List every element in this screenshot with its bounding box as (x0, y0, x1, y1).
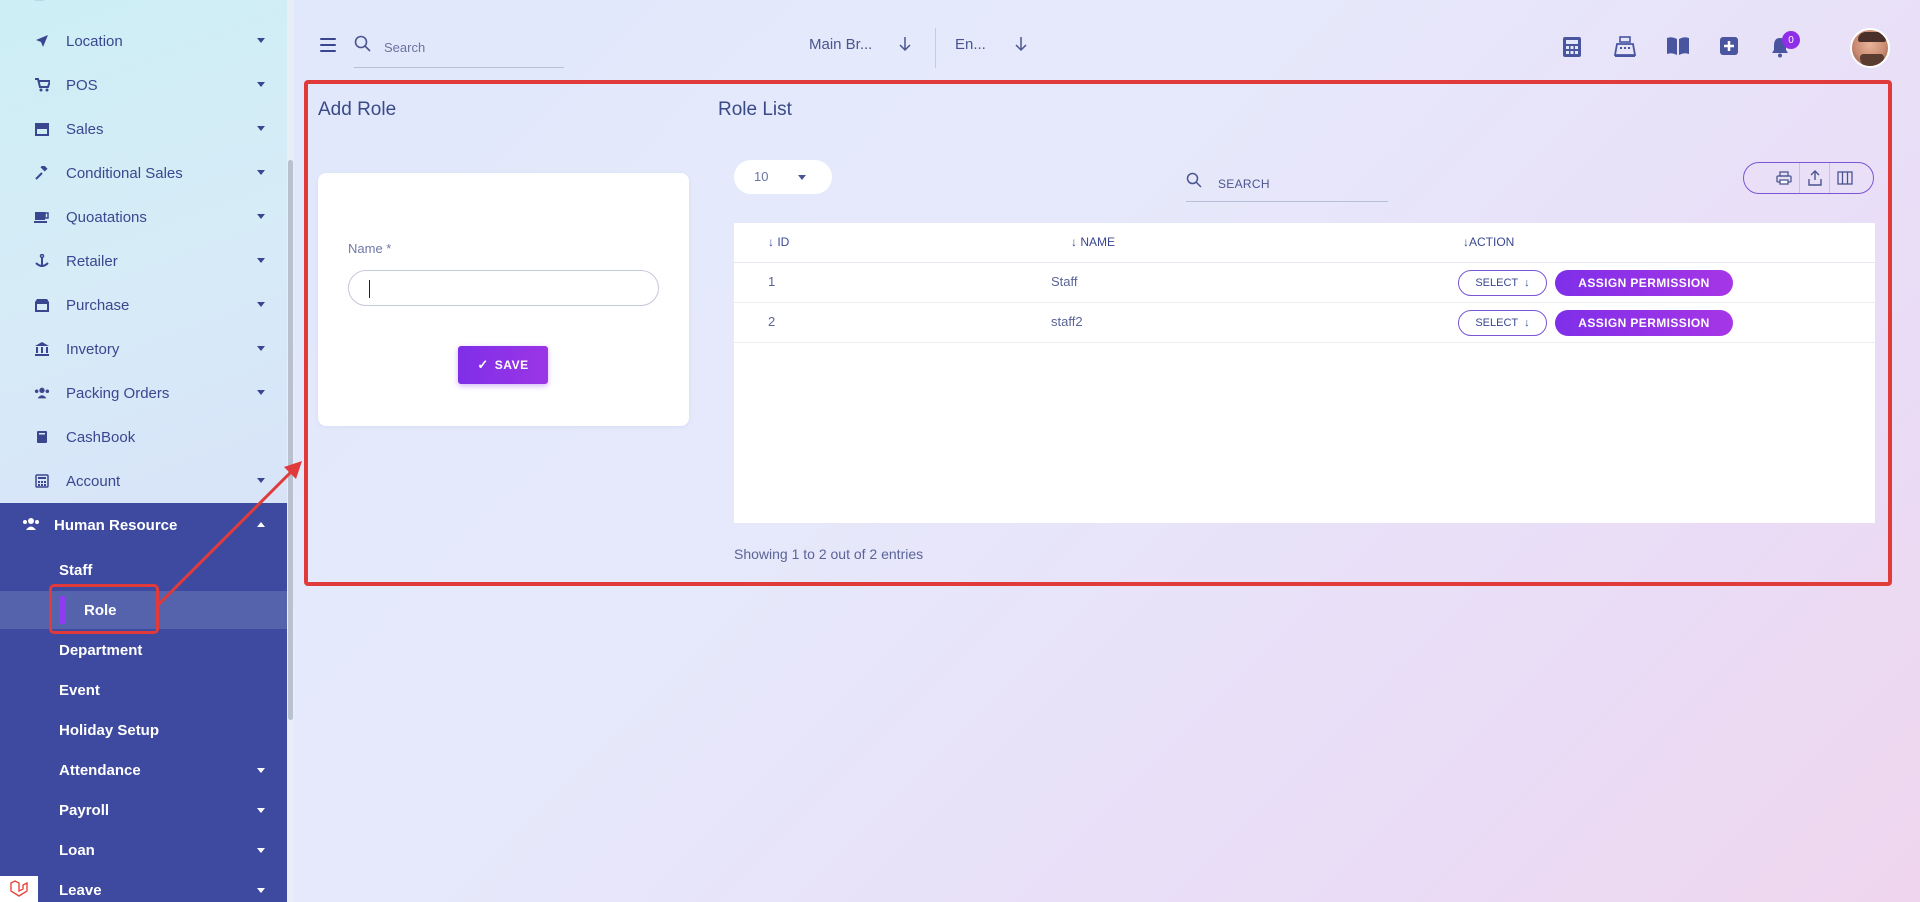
sidebar-item-cashbook[interactable]: CashBook (0, 415, 287, 459)
sidebar-item-sales[interactable]: Sales (0, 107, 287, 151)
sidebar-subitem-leave[interactable]: Leave (0, 871, 287, 902)
book-icon (34, 429, 50, 445)
highlight-role-box (49, 584, 159, 634)
annotation-arrow (154, 461, 302, 609)
sidebar: ▭ Location POS Sales Conditional Sales Q… (0, 0, 294, 902)
notification-badge: 0 (1782, 31, 1800, 49)
book-open-icon[interactable] (1666, 36, 1689, 58)
location-arrow-icon (34, 33, 50, 49)
caret-down-icon (257, 258, 265, 263)
sidebar-item-location[interactable]: Location (0, 19, 287, 63)
caret-down-icon (257, 214, 265, 219)
sidebar-item-label: Conditional Sales (66, 164, 183, 182)
cash-register-icon[interactable] (1613, 36, 1637, 58)
sidebar-subitem-label: Holiday Setup (59, 721, 160, 739)
search-icon (354, 35, 372, 58)
sidebar-subitem-label: Payroll (59, 801, 110, 819)
partial-menu-icon: ▭ (34, 0, 50, 4)
sidebar-subitem-label: Leave (59, 881, 102, 899)
sidebar-item-label: Location (66, 32, 123, 50)
sidebar-subitem-label: Department (59, 641, 143, 659)
sidebar-subitem-attendance[interactable]: Attendance (0, 751, 287, 789)
sidebar-item-retailer[interactable]: Retailer (0, 239, 287, 283)
sidebar-item-quoatations[interactable]: Quoatations (0, 195, 287, 239)
calculator-icon[interactable] (1562, 36, 1584, 58)
global-search (354, 30, 564, 68)
branch-value: Main Br... (809, 36, 873, 53)
sidebar-item-conditional-sales[interactable]: Conditional Sales (0, 151, 287, 195)
laravel-logo-icon[interactable] (0, 876, 38, 902)
mug-icon (34, 209, 50, 225)
search-input[interactable] (384, 36, 554, 58)
sidebar-item-label: Packing Orders (66, 384, 170, 402)
sidebar-item-label: POS (66, 76, 98, 94)
caret-down-icon (257, 848, 265, 853)
gavel-icon (34, 165, 50, 181)
anchor-icon (34, 253, 50, 269)
sidebar-item-label: Purchase (66, 296, 130, 314)
sidebar-item-label: Retailer (66, 252, 118, 270)
sidebar-subitem-label: Staff (59, 561, 93, 579)
language-dropdown[interactable]: En... (955, 36, 1035, 53)
users-icon (22, 517, 40, 534)
divider (935, 28, 936, 68)
caret-down-icon (257, 390, 265, 395)
top-bar: Main Br... En... 0 (294, 0, 1920, 80)
sidebar-subitem-label: Event (59, 681, 100, 699)
sidebar-subitem-department[interactable]: Department (0, 631, 287, 669)
caret-down-icon (257, 888, 265, 893)
avatar[interactable] (1850, 28, 1890, 68)
caret-down-icon (257, 808, 265, 813)
sidebar-item-label: Invetory (66, 340, 120, 358)
arrow-down-icon (899, 36, 911, 56)
caret-down-icon (257, 38, 265, 43)
sidebar-item-label: Quoatations (66, 208, 147, 226)
sidebar-scrollbar[interactable] (287, 0, 294, 902)
branch-dropdown[interactable]: Main Br... (809, 36, 919, 53)
sidebar-subitem-holiday-setup[interactable]: Holiday Setup (0, 711, 287, 749)
scrollbar-thumb[interactable] (288, 160, 293, 720)
sidebar-item-pos[interactable]: POS (0, 63, 287, 107)
sidebar-item-packing-orders[interactable]: Packing Orders (0, 371, 287, 415)
caret-down-icon (257, 302, 265, 307)
sidebar-item-invetory[interactable]: Invetory (0, 327, 287, 371)
plus-square-icon[interactable] (1719, 36, 1741, 58)
menu-toggle-icon[interactable] (320, 38, 336, 52)
users-icon (34, 385, 50, 401)
cart-icon (34, 77, 50, 93)
sidebar-item-purchase[interactable]: Purchase (0, 283, 287, 327)
calculator-icon (34, 473, 50, 489)
caret-down-icon (257, 126, 265, 131)
language-value: En... (955, 36, 986, 53)
sidebar-subitem-label: Attendance (59, 761, 141, 779)
arrow-down-icon (1015, 36, 1027, 56)
sidebar-subitem-event[interactable]: Event (0, 671, 287, 709)
sidebar-subitem-label: Loan (59, 841, 95, 859)
sidebar-item-label: Sales (66, 120, 104, 138)
caret-down-icon (257, 82, 265, 87)
caret-down-icon (257, 768, 265, 773)
shop-icon (34, 297, 50, 313)
sidebar-subitem-payroll[interactable]: Payroll (0, 791, 287, 829)
sidebar-subitem-loan[interactable]: Loan (0, 831, 287, 869)
caret-down-icon (257, 346, 265, 351)
highlight-frame (304, 80, 1892, 586)
sidebar-item-label: CashBook (66, 428, 136, 446)
bank-icon (34, 341, 50, 357)
sidebar-item-label: Account (66, 472, 121, 490)
store-icon (34, 121, 50, 137)
caret-down-icon (257, 170, 265, 175)
